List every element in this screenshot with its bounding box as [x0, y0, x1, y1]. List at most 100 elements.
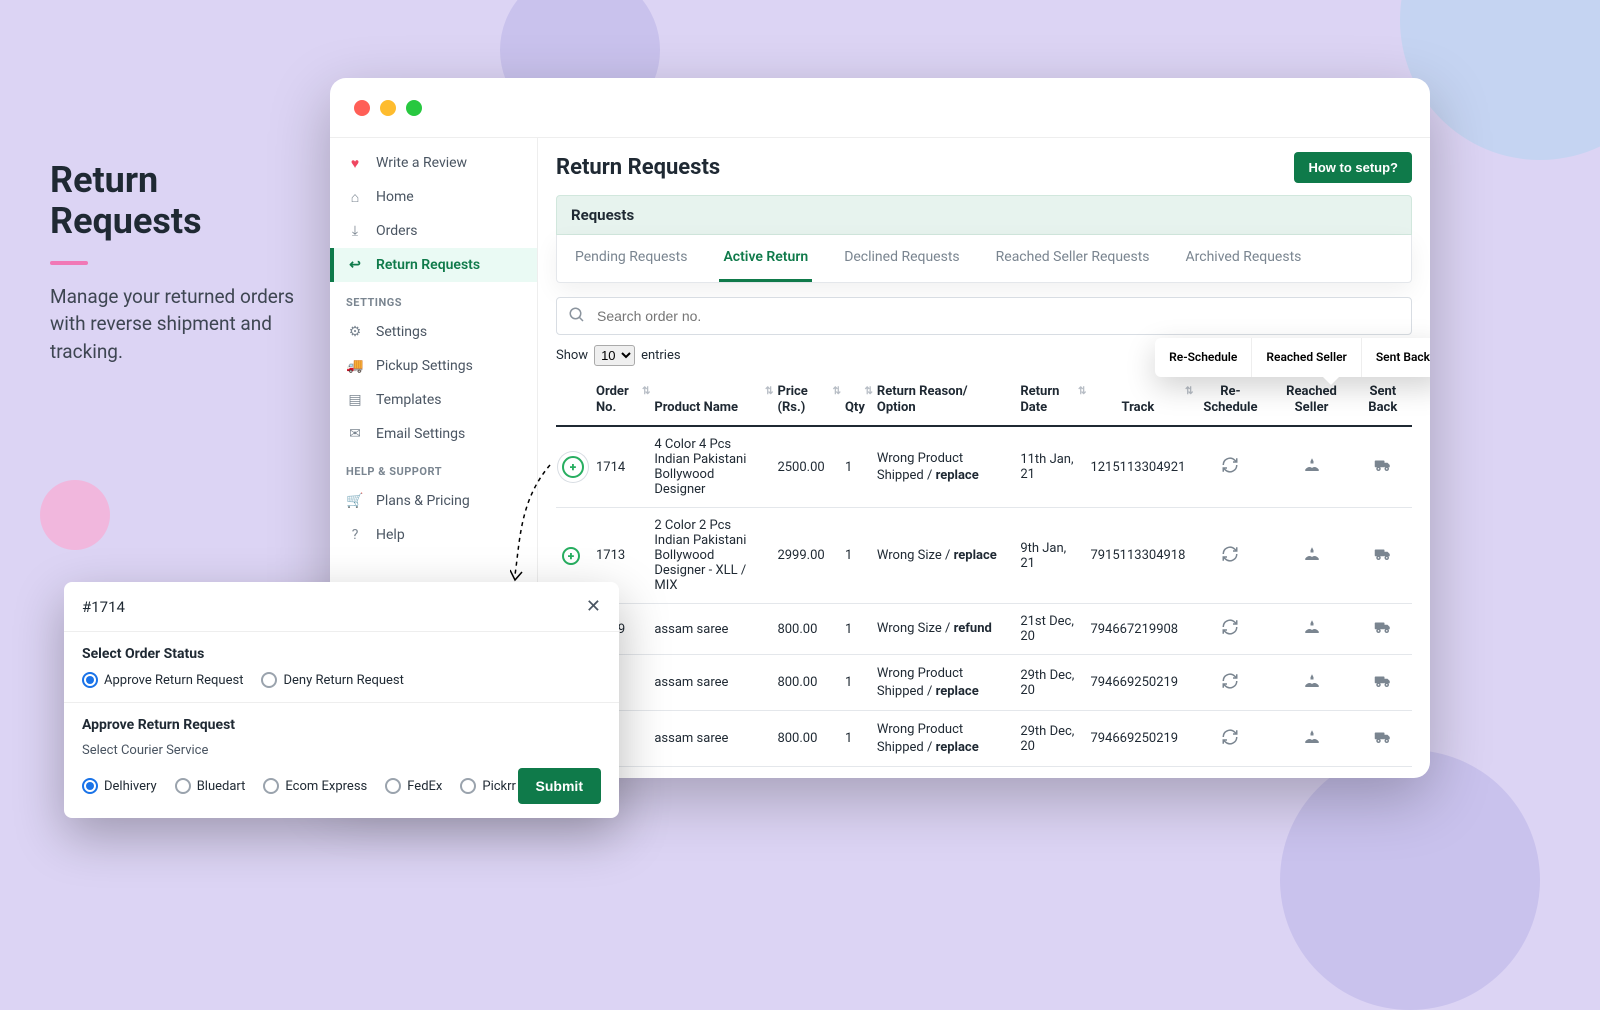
template-icon: ▤ — [346, 391, 364, 409]
help-icon: ? — [346, 526, 364, 544]
search-icon — [568, 306, 586, 328]
reschedule-icon[interactable] — [1221, 618, 1239, 636]
radio-courier-pickrr[interactable]: Pickrr — [460, 778, 516, 794]
cell-qty: 1 — [839, 767, 871, 778]
entries-select[interactable]: 10 — [594, 345, 635, 366]
tooltip-reschedule: Re-Schedule — [1155, 338, 1252, 377]
table-row: assam saree800.001Wrong Product Shipped … — [556, 655, 1412, 711]
search-input[interactable] — [556, 297, 1412, 335]
cart-icon: 🛒 — [346, 492, 364, 510]
hero-description: Manage your returned orders with reverse… — [50, 283, 300, 366]
hero-divider — [50, 261, 88, 265]
reached-seller-icon[interactable] — [1302, 545, 1322, 563]
col-product[interactable]: Product Name — [648, 374, 771, 426]
sidebar-item-plans[interactable]: 🛒 Plans & Pricing — [330, 484, 537, 518]
gear-icon: ⚙ — [346, 323, 364, 341]
reschedule-icon[interactable] — [1221, 545, 1239, 563]
sidebar-item-label: Orders — [376, 223, 418, 239]
cell-track: 794667219908 — [1084, 604, 1191, 655]
col-reason: Return Reason/ Option — [871, 374, 1014, 426]
reached-seller-icon[interactable] — [1302, 618, 1322, 636]
window-maximize-icon[interactable] — [406, 100, 422, 116]
sidebar-item-label: Home — [376, 189, 414, 205]
sidebar-item-orders[interactable]: ⤓ Orders — [330, 214, 537, 248]
tab-reached-seller[interactable]: Reached Seller Requests — [992, 235, 1154, 282]
reached-seller-icon[interactable] — [1302, 728, 1322, 746]
tab-active-return[interactable]: Active Return — [719, 235, 812, 282]
sidebar-item-settings[interactable]: ⚙ Settings — [330, 315, 537, 349]
sidebar-item-review[interactable]: ♥ Write a Review — [330, 146, 537, 180]
cell-product: 4 Color 4 Pcs Indian Pakistani Bollywood… — [648, 426, 771, 508]
cell-product: assam saree — [648, 711, 771, 767]
radio-icon — [175, 778, 191, 794]
sidebar-item-return-requests[interactable]: ↩ Return Requests — [330, 248, 537, 282]
sidebar-item-label: Pickup Settings — [376, 358, 473, 374]
sidebar-item-label: Return Requests — [376, 257, 480, 273]
sidebar-heading-settings: SETTINGS — [330, 282, 537, 315]
cell-date — [1014, 767, 1084, 778]
cell-track: 794669250219 — [1084, 711, 1191, 767]
sidebar-item-label: Email Settings — [376, 426, 465, 442]
expand-row-button[interactable]: + — [562, 456, 584, 478]
tab-declined[interactable]: Declined Requests — [840, 235, 963, 282]
radio-approve[interactable]: Approve Return Request — [82, 672, 243, 688]
cell-product: 2 Color 2 Pcs Indian Pakistani Bollywood… — [648, 508, 771, 604]
submit-button[interactable]: Submit — [518, 768, 601, 804]
cell-price: 2500.00 — [771, 426, 839, 508]
how-to-setup-button[interactable]: How to setup? — [1294, 152, 1412, 183]
cell-price: 2999.00 — [771, 508, 839, 604]
cell-reason: Wrong Size / replace — [871, 508, 1014, 604]
window-close-icon[interactable] — [354, 100, 370, 116]
reached-seller-icon[interactable] — [1302, 456, 1322, 474]
reschedule-icon[interactable] — [1221, 728, 1239, 746]
sidebar-heading-help: HELP & SUPPORT — [330, 451, 537, 484]
col-order-no[interactable]: Order No. — [590, 374, 648, 426]
cell-date: 29th Dec, 20 — [1014, 711, 1084, 767]
cell-product: Alluring Black Color Wedding Wear Design… — [648, 767, 771, 778]
courier-label: Select Courier Service — [82, 743, 601, 758]
page-title: Return Requests — [556, 155, 720, 180]
sidebar-item-email[interactable]: ✉ Email Settings — [330, 417, 537, 451]
reached-seller-icon[interactable] — [1302, 672, 1322, 690]
radio-courier-bluedart[interactable]: Bluedart — [175, 778, 246, 794]
radio-icon — [460, 778, 476, 794]
col-track[interactable]: Track — [1084, 374, 1191, 426]
sent-back-icon[interactable] — [1372, 456, 1394, 474]
sent-back-icon[interactable] — [1372, 672, 1394, 690]
radio-deny[interactable]: Deny Return Request — [261, 672, 403, 688]
sent-back-icon[interactable] — [1372, 618, 1394, 636]
hero-panel: Return Requests Manage your returned ord… — [50, 160, 300, 365]
sent-back-icon[interactable] — [1372, 545, 1394, 563]
reschedule-icon[interactable] — [1221, 672, 1239, 690]
window-minimize-icon[interactable] — [380, 100, 396, 116]
cell-reason: Wrong Product Shipped — [871, 767, 1014, 778]
tab-archived[interactable]: Archived Requests — [1182, 235, 1306, 282]
col-reached: Reached Seller — [1269, 374, 1353, 426]
tooltip-sent: Sent Back — [1362, 338, 1430, 377]
sidebar-item-help[interactable]: ? Help — [330, 518, 537, 552]
col-qty[interactable]: Qty — [839, 374, 871, 426]
col-date[interactable]: Return Date — [1014, 374, 1084, 426]
cell-track: 794669250219 — [1084, 655, 1191, 711]
sidebar-item-templates[interactable]: ▤ Templates — [330, 383, 537, 417]
radio-courier-fedex[interactable]: FedEx — [385, 778, 442, 794]
expand-row-button[interactable]: + — [562, 547, 580, 565]
radio-courier-delhivery[interactable]: Delhivery — [82, 778, 157, 794]
sidebar-item-pickup[interactable]: 🚚 Pickup Settings — [330, 349, 537, 383]
col-sent: Sent Back — [1354, 374, 1412, 426]
radio-icon — [82, 672, 98, 688]
radio-courier-ecom-express[interactable]: Ecom Express — [263, 778, 367, 794]
cell-price: 2377.00 — [771, 767, 839, 778]
sent-back-icon[interactable] — [1372, 728, 1394, 746]
sidebar-item-home[interactable]: ⌂ Home — [330, 180, 537, 214]
cell-qty: 1 — [839, 426, 871, 508]
sidebar-item-label: Templates — [376, 392, 442, 408]
col-price[interactable]: Price (Rs.) — [771, 374, 839, 426]
search-wrap — [556, 297, 1412, 335]
close-icon: ✕ — [586, 596, 601, 616]
tab-pending[interactable]: Pending Requests — [571, 235, 691, 282]
close-button[interactable]: ✕ — [586, 596, 601, 617]
table-row: +17144 Color 4 Pcs Indian Pakistani Boll… — [556, 426, 1412, 508]
reschedule-icon[interactable] — [1221, 456, 1239, 474]
cell-price: 800.00 — [771, 655, 839, 711]
